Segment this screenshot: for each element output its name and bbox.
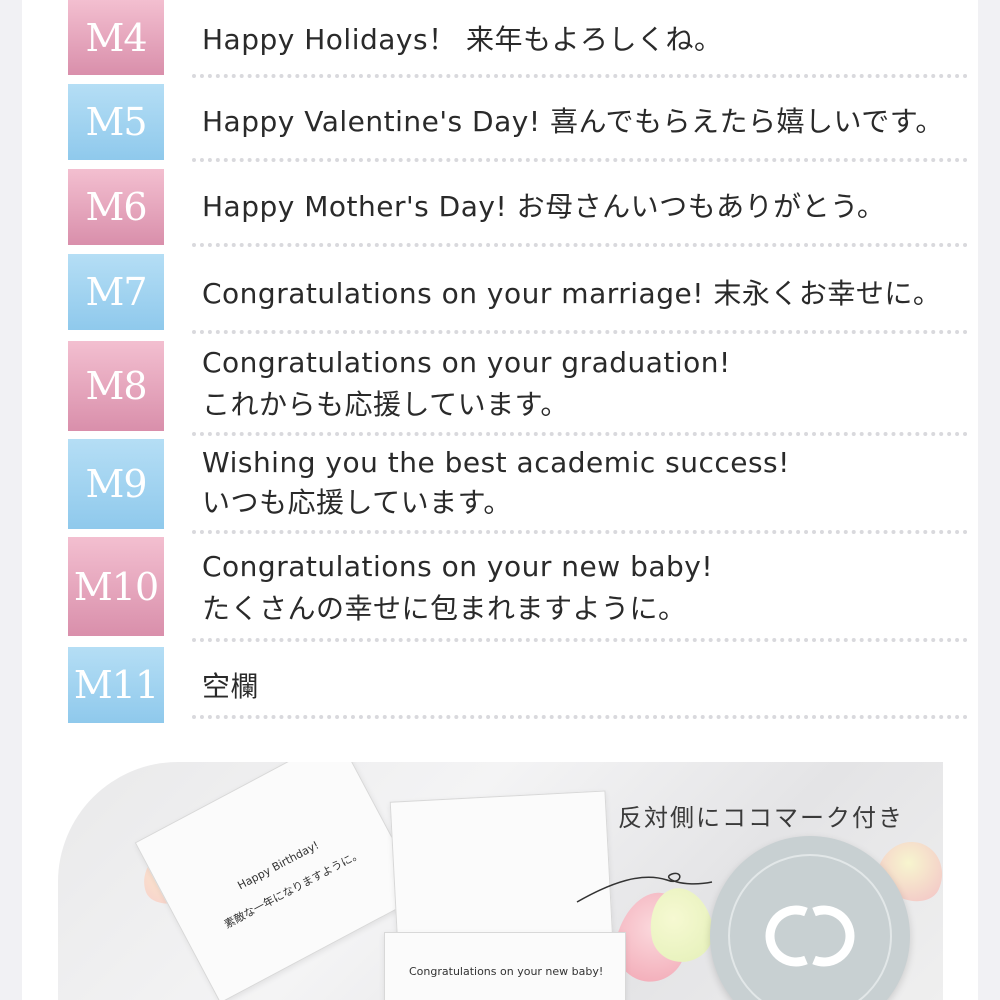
- photo-caption: 反対側にココマーク付き: [618, 804, 904, 832]
- message-text-m5: Happy Valentine's Day! 喜んでもらえたら嬉しいです。: [202, 105, 944, 138]
- code-badge-m6: M6: [68, 169, 164, 245]
- message-text-m8-line2: これからも応援しています。: [202, 388, 569, 421]
- card-text-line1: Congratulations on your new baby!: [409, 965, 604, 978]
- row-divider: [192, 158, 968, 162]
- row-divider: [192, 530, 968, 534]
- message-row-m6[interactable]: M6 Happy Mother's Day! お母さんいつもありがとう。: [68, 169, 968, 249]
- message-text-m8-line1: Congratulations on your graduation!: [202, 346, 731, 379]
- interlocking-c-logo-icon: [765, 905, 855, 967]
- message-text-m10-line1: Congratulations on your new baby!: [202, 550, 714, 583]
- code-badge-m7: M7: [68, 254, 164, 330]
- message-text-m7: Congratulations on your marriage! 末永くお幸せ…: [202, 277, 942, 310]
- code-badge-m4: M4: [68, 0, 164, 75]
- row-divider: [192, 638, 968, 642]
- code-badge-m10: M10: [68, 537, 164, 636]
- message-text-m10-line2: たくさんの幸せに包まれますように。: [202, 592, 687, 625]
- message-row-m11[interactable]: M11 空欄: [68, 647, 968, 727]
- product-photo: Happy Birthday! 素敵な一年になりますように。 Congratul…: [58, 762, 943, 1000]
- message-row-m7[interactable]: M7 Congratulations on your marriage! 末永く…: [68, 254, 968, 334]
- code-badge-m8: M8: [68, 341, 164, 431]
- logo-seal: [710, 836, 910, 1000]
- message-text-m4: Happy Holidays！ 来年もよろしくね。: [202, 23, 723, 56]
- message-card-birthday: Happy Birthday! 素敵な一年になりますように。: [134, 762, 424, 1000]
- row-divider: [192, 715, 968, 719]
- message-text-m9-line1: Wishing you the best academic success!: [202, 446, 790, 479]
- row-divider: [192, 330, 968, 334]
- code-badge-m9: M9: [68, 439, 164, 529]
- row-divider: [192, 432, 968, 436]
- row-divider: [192, 74, 968, 78]
- message-text-m6: Happy Mother's Day! お母さんいつもありがとう。: [202, 190, 886, 223]
- message-text-m9-line2: いつも応援しています。: [202, 486, 512, 519]
- message-row-m10[interactable]: M10 Congratulations on your new baby! たく…: [68, 537, 968, 642]
- caption-connector-line: [576, 872, 713, 903]
- message-text-m11: 空欄: [202, 670, 260, 703]
- code-badge-m11: M11: [68, 647, 164, 723]
- row-divider: [192, 243, 968, 247]
- message-row-m9[interactable]: M9 Wishing you the best academic success…: [68, 439, 968, 535]
- message-row-m4[interactable]: M4 Happy Holidays！ 来年もよろしくね。: [68, 0, 968, 80]
- code-badge-m5: M5: [68, 84, 164, 160]
- message-row-m8[interactable]: M8 Congratulations on your graduation! こ…: [68, 341, 968, 437]
- message-row-m5[interactable]: M5 Happy Valentine's Day! 喜んでもらえたら嬉しいです。: [68, 84, 968, 164]
- message-card-new-baby: Congratulations on your new baby!: [384, 932, 626, 1000]
